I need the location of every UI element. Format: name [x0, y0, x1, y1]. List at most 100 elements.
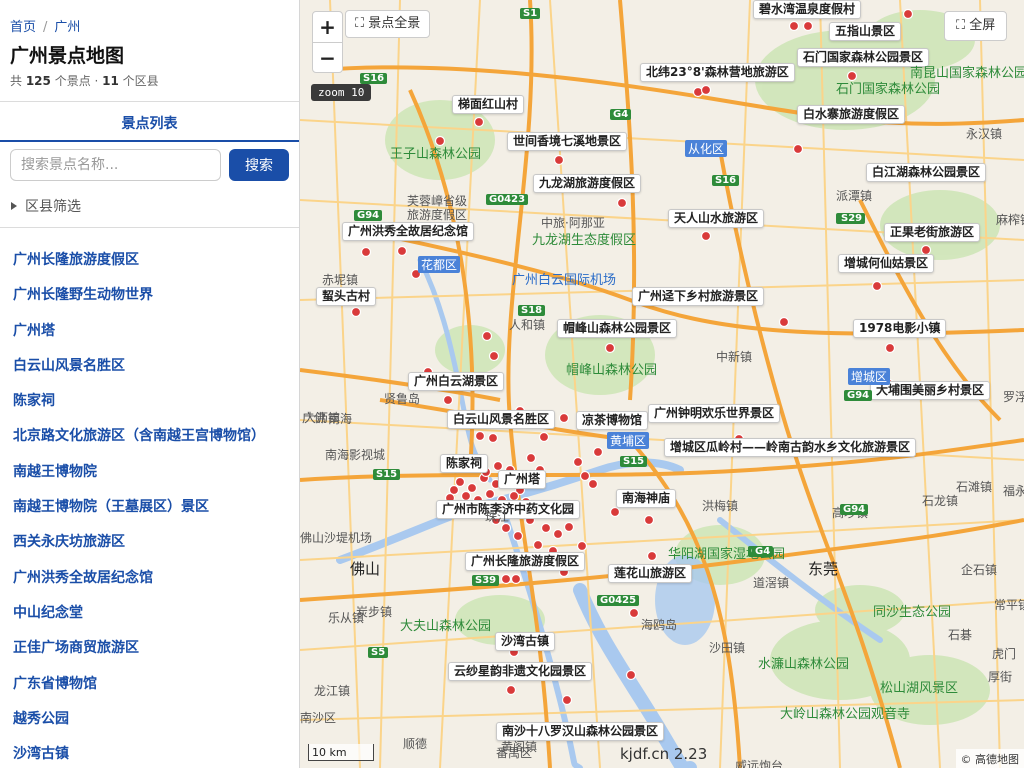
poi-marker[interactable] — [700, 84, 712, 96]
search-input[interactable] — [10, 149, 221, 181]
poi-marker[interactable] — [616, 197, 628, 209]
poi-marker[interactable] — [576, 540, 588, 552]
poi-marker[interactable] — [646, 550, 658, 562]
poi-marker[interactable] — [500, 573, 512, 585]
poi-map-label[interactable]: 正果老街旅游区 — [884, 223, 981, 242]
poi-map-label[interactable]: 北纬23°8'森林营地旅游区 — [640, 63, 795, 82]
poi-marker[interactable] — [587, 478, 599, 490]
poi-marker[interactable] — [473, 116, 485, 128]
poi-marker[interactable] — [871, 280, 883, 292]
poi-marker[interactable] — [488, 350, 500, 362]
tab-poi-list[interactable]: 景点列表 — [0, 101, 299, 142]
poi-map-label[interactable]: 九龙湖旅游度假区 — [533, 174, 642, 193]
district-filter-toggle[interactable]: 区县筛选 — [11, 196, 81, 216]
poi-map-label[interactable]: 南海神庙 — [616, 489, 677, 508]
poi-marker[interactable] — [563, 521, 575, 533]
poi-map-label[interactable]: 梯面红山村 — [452, 95, 525, 114]
poi-list-item[interactable]: 广州长隆野生动物世界 — [13, 284, 265, 319]
poi-marker[interactable] — [579, 470, 591, 482]
search-button[interactable]: 搜索 — [229, 149, 289, 181]
poi-list-item[interactable]: 南越王博物院 — [13, 461, 265, 496]
poi-list-item[interactable]: 越秀公园 — [13, 708, 265, 743]
poi-marker[interactable] — [884, 342, 896, 354]
poi-marker[interactable] — [902, 8, 914, 20]
map-view[interactable]: 碧水湾温泉度假村 五指山景区 石门国家森林公园景区 北纬23°8'森林营地旅游区 梯面红… — [300, 0, 1024, 768]
poi-list-item[interactable]: 中山纪念堂 — [13, 602, 265, 637]
poi-marker[interactable] — [487, 432, 499, 444]
poi-map-label[interactable]: 天人山水旅游区 — [668, 209, 765, 228]
poi-marker[interactable] — [625, 669, 637, 681]
poi-marker[interactable] — [350, 306, 362, 318]
poi-map-label[interactable]: 云纱星韵非遗文化园景区 — [448, 662, 593, 681]
fullscreen-button[interactable]: ⛶ 全屏 — [944, 11, 1008, 41]
poi-marker[interactable] — [558, 412, 570, 424]
breadcrumb-current[interactable]: 广州 — [54, 20, 80, 35]
poi-marker[interactable] — [592, 446, 604, 458]
poi-map-label[interactable]: 广州迳下乡村旅游景区 — [632, 287, 765, 306]
poi-map-label[interactable]: 增城区瓜岭村——岭南古韵水乡文化旅游景区 — [664, 438, 917, 457]
poi-map-label[interactable]: 广州钟明欢乐世界景区 — [648, 404, 781, 423]
poi-map-label[interactable]: 白江湖森林公园景区 — [866, 163, 987, 182]
poi-marker[interactable] — [700, 230, 712, 242]
poi-marker[interactable] — [484, 488, 496, 500]
poi-list-item[interactable]: 正佳广场商贸旅游区 — [13, 637, 265, 672]
poi-map-label[interactable]: 白云山风景名胜区 — [447, 410, 556, 429]
poi-map-label[interactable]: 沙湾古镇 — [495, 632, 556, 651]
poi-list-item[interactable]: 广州长隆旅游度假区 — [13, 249, 265, 284]
poi-map-label[interactable]: 广州长隆旅游度假区 — [465, 552, 586, 571]
zoom-out-button[interactable]: − — [313, 42, 342, 72]
breadcrumb-home[interactable]: 首页 — [10, 20, 36, 35]
poi-marker[interactable] — [553, 154, 565, 166]
poi-marker[interactable] — [788, 20, 800, 32]
poi-marker[interactable] — [609, 506, 621, 518]
poi-marker[interactable] — [474, 430, 486, 442]
poi-list-item[interactable]: 沙湾古镇 — [13, 743, 265, 768]
poi-marker[interactable] — [396, 245, 408, 257]
poi-list-item[interactable]: 白云山风景名胜区 — [13, 355, 265, 390]
poi-map-label[interactable]: 五指山景区 — [829, 22, 902, 41]
poi-marker[interactable] — [802, 20, 814, 32]
poi-marker[interactable] — [572, 456, 584, 468]
poi-marker[interactable] — [561, 694, 573, 706]
poi-marker[interactable] — [552, 528, 564, 540]
poi-marker[interactable] — [604, 342, 616, 354]
poi-marker[interactable] — [643, 514, 655, 526]
poi-list-item[interactable]: 广州洪秀全故居纪念馆 — [13, 567, 265, 602]
poi-map-label[interactable]: 1978电影小镇 — [853, 319, 947, 338]
poi-list-item[interactable]: 陈家祠 — [13, 390, 265, 425]
poi-marker[interactable] — [538, 431, 550, 443]
poi-marker[interactable] — [525, 452, 537, 464]
poi-map-label[interactable]: 陈家祠 — [440, 454, 489, 473]
poi-marker[interactable] — [442, 394, 454, 406]
poi-map-label[interactable]: 凉茶博物馆 — [576, 411, 649, 430]
poi-marker[interactable] — [532, 539, 544, 551]
zoom-in-button[interactable]: + — [313, 12, 342, 42]
poi-marker[interactable] — [360, 246, 372, 258]
poi-map-label[interactable]: 广州白云湖景区 — [408, 372, 505, 391]
poi-marker[interactable] — [792, 143, 804, 155]
poi-list-item[interactable]: 广东省博物馆 — [13, 673, 265, 708]
poi-map-label[interactable]: 碧水湾温泉度假村 — [753, 0, 862, 19]
poi-marker[interactable] — [778, 316, 790, 328]
poi-map-label[interactable]: 增城何仙姑景区 — [838, 254, 935, 273]
poi-marker[interactable] — [454, 476, 466, 488]
poi-map-label[interactable]: 广州洪秀全故居纪念馆 — [342, 222, 475, 241]
poi-marker[interactable] — [628, 607, 640, 619]
poi-map-label[interactable]: 白水寨旅游度假区 — [797, 105, 906, 124]
poi-list-item[interactable]: 北京路文化旅游区（含南越王宫博物馆） — [13, 425, 265, 460]
poi-marker[interactable] — [481, 330, 493, 342]
poi-list-item[interactable]: 南越王博物院（王墓展区）景区 — [13, 496, 265, 531]
poi-map-label[interactable]: 广州塔 — [498, 470, 547, 489]
poi-map-label[interactable]: 蛪头古村 — [316, 287, 377, 306]
poi-list-item[interactable]: 西关永庆坊旅游区 — [13, 531, 265, 566]
poi-map-label[interactable]: 世间香境七溪地景区 — [507, 132, 628, 151]
poi-map-label[interactable]: 莲花山旅游区 — [608, 564, 693, 583]
poi-list-item[interactable]: 广州塔 — [13, 320, 265, 355]
poi-marker[interactable] — [510, 573, 522, 585]
poi-marker[interactable] — [505, 684, 517, 696]
overview-button[interactable]: ⛶ 景点全景 — [345, 10, 431, 38]
poi-marker[interactable] — [466, 482, 478, 494]
poi-marker[interactable] — [512, 530, 524, 542]
poi-map-label[interactable]: 帽峰山森林公园景区 — [557, 319, 678, 338]
poi-marker[interactable] — [540, 522, 552, 534]
